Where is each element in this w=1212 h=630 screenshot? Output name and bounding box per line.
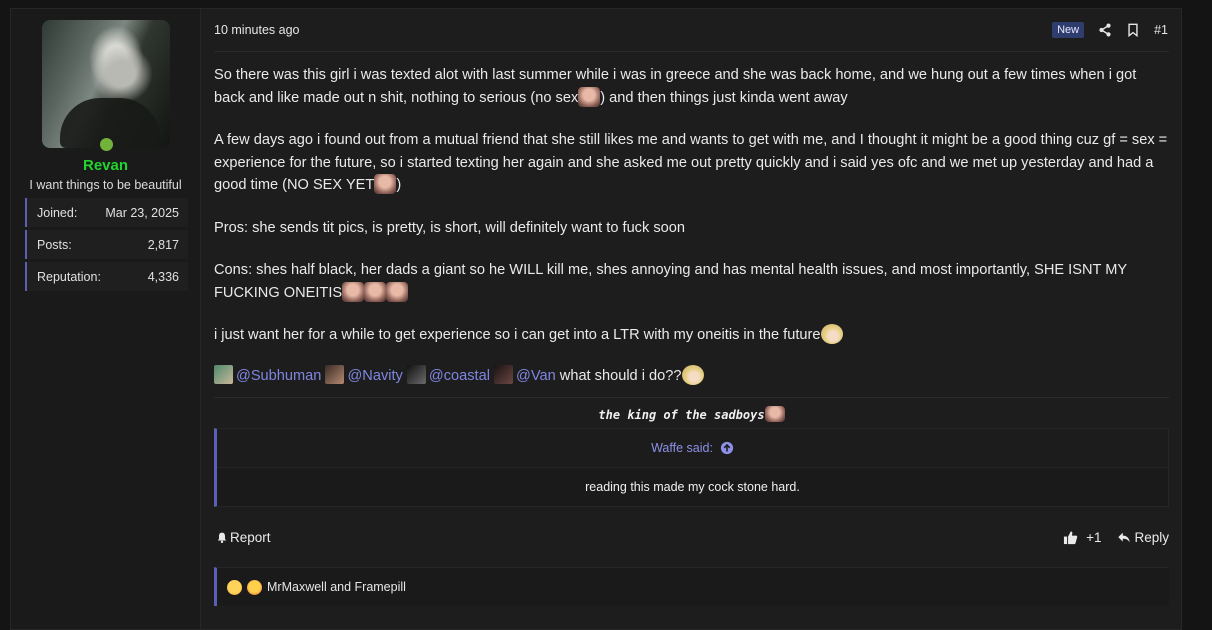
smilie-emoji-icon xyxy=(681,364,704,385)
stat-posts: Posts: 2,817 xyxy=(25,230,188,259)
thumbs-up-icon xyxy=(1064,530,1078,544)
smilie-emoji-icon xyxy=(374,174,397,194)
like-count: +1 xyxy=(1086,529,1102,545)
signature: the king of the sadboys xyxy=(214,398,1169,428)
post-paragraph: So there was this girl i was texted alot… xyxy=(214,67,1137,107)
bell-icon xyxy=(217,532,227,543)
arrow-up-circle-icon[interactable] xyxy=(720,441,734,455)
reply-button[interactable]: Reply xyxy=(1117,530,1169,545)
stat-label: Posts: xyxy=(37,237,72,252)
post-number[interactable]: #1 xyxy=(1154,23,1168,37)
avatar[interactable] xyxy=(41,20,170,153)
mentions-line: @Subhuman @Navity @coastal @Van what sho… xyxy=(214,364,1169,388)
mention-avatar xyxy=(494,364,514,384)
smilie-emoji-icon xyxy=(578,86,601,107)
post: Revan I want things to be beautiful Join… xyxy=(10,8,1182,630)
stat-value: Mar 23, 2025 xyxy=(105,205,179,220)
heart-eyes-emoji-icon xyxy=(247,579,262,595)
astonished-emoji-icon xyxy=(227,579,242,595)
mention-link[interactable]: @coastal xyxy=(429,368,490,384)
mention-link[interactable]: @Navity xyxy=(347,368,402,384)
stat-joined: Joined: Mar 23, 2025 xyxy=(25,198,188,227)
quote-author[interactable]: Waffe said: xyxy=(651,441,713,455)
smilie-emoji-icon xyxy=(386,281,409,302)
post-actions: Report +1 Reply xyxy=(214,507,1169,567)
stat-value: 4,336 xyxy=(147,269,179,284)
user-sidebar: Revan I want things to be beautiful Join… xyxy=(11,9,201,629)
smilie-emoji-icon xyxy=(364,281,387,302)
quote-header[interactable]: Waffe said: xyxy=(217,429,1168,468)
mention-link[interactable]: @Subhuman xyxy=(236,368,321,384)
stat-value: 2,817 xyxy=(147,237,179,252)
new-badge: New xyxy=(1052,22,1085,38)
post-paragraph: Pros: she sends tit pics, is pretty, is … xyxy=(214,219,685,236)
reply-icon xyxy=(1118,532,1131,542)
online-status-icon xyxy=(97,136,115,153)
quote-text: reading this made my cock stone hard. xyxy=(585,480,800,494)
post-paragraph: A few days ago i found out from a mutual… xyxy=(214,132,1168,194)
post-paragraph: Cons: shes half black, her dads a giant … xyxy=(214,262,1127,302)
share-icon[interactable] xyxy=(1098,23,1112,37)
post-header: 10 minutes ago New #1 xyxy=(214,9,1169,52)
reactions-bar[interactable]: MrMaxwell and Framepill xyxy=(214,567,1169,606)
mention-avatar xyxy=(325,364,345,384)
post-body: So there was this girl i was texted alot… xyxy=(214,52,1169,387)
stat-label: Joined: xyxy=(37,205,78,220)
post-content: 10 minutes ago New #1 So there was this … xyxy=(201,9,1181,629)
user-stats: Joined: Mar 23, 2025 Posts: 2,817 Reputa… xyxy=(25,198,188,291)
post-time[interactable]: 10 minutes ago xyxy=(214,23,1052,37)
like-button[interactable]: +1 xyxy=(1063,530,1101,545)
smilie-emoji-icon xyxy=(342,281,365,302)
report-link[interactable]: Report xyxy=(214,530,1047,545)
user-title: I want things to be beautiful xyxy=(29,178,182,192)
mentions-tail: what should i do?? xyxy=(555,367,682,384)
stat-reputation: Reputation: 4,336 xyxy=(25,262,188,291)
post-paragraph: i just want her for a while to get exper… xyxy=(214,324,1169,347)
bookmark-icon[interactable] xyxy=(1126,23,1140,37)
stat-label: Reputation: xyxy=(37,269,101,284)
mention-avatar xyxy=(406,364,426,384)
smilie-emoji-icon xyxy=(820,324,843,344)
quote-block: Waffe said: reading this made my cock st… xyxy=(214,428,1169,507)
username[interactable]: Revan xyxy=(11,157,200,174)
reactions-users[interactable]: MrMaxwell and Framepill xyxy=(267,580,406,594)
mention-avatar xyxy=(214,364,233,384)
smilie-emoji-icon xyxy=(764,406,785,422)
mention-link[interactable]: @Van xyxy=(516,368,556,384)
